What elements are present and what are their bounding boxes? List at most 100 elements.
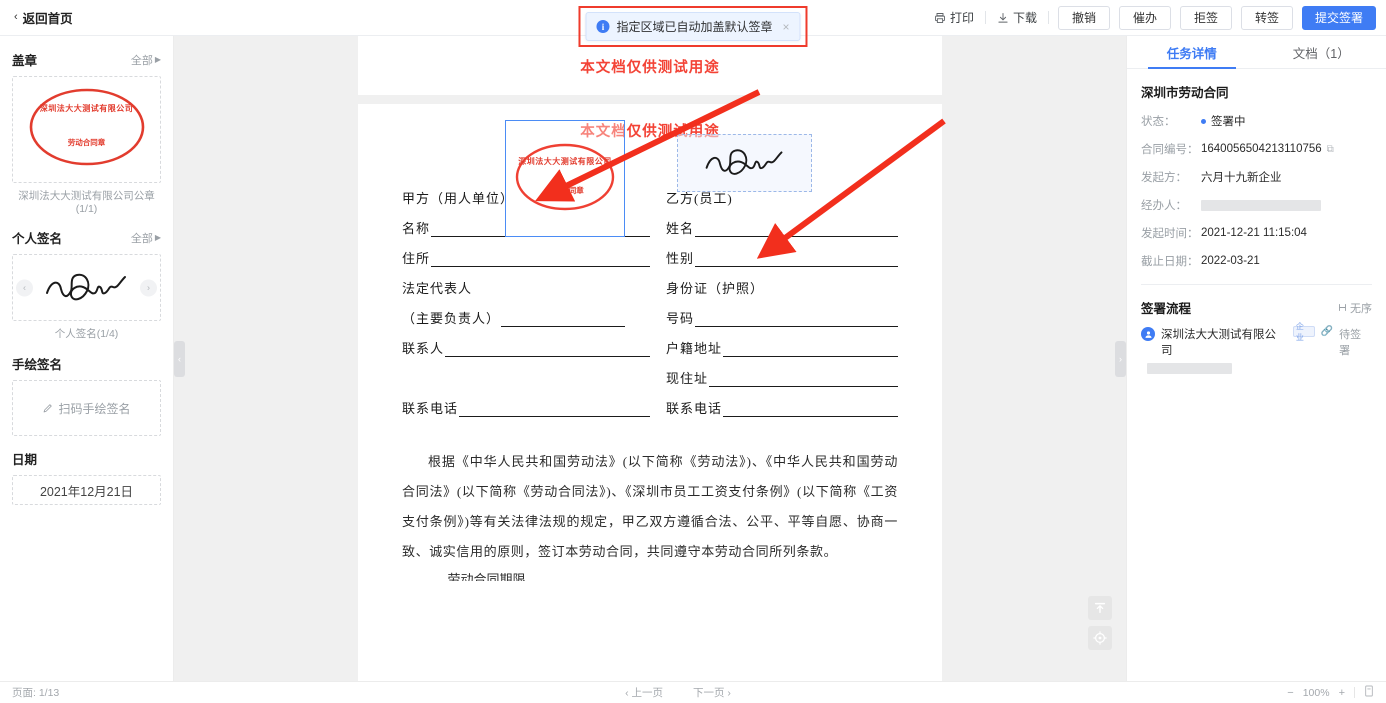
zoom-divider [1354,687,1355,698]
urge-button[interactable]: 催办 [1118,5,1171,30]
date-title: 日期 [12,453,38,467]
party-b-name-row: 姓名 [666,207,898,237]
date-header: 日期 [12,449,161,468]
company-stamp-graphic: 深圳法大大测试有限公司 劳动合同章 [23,79,151,180]
revoke-button[interactable]: 撤销 [1057,5,1110,30]
transfer-sign-button[interactable]: 转签 [1240,5,1293,30]
placed-stamp-type-text: 劳动合同章 [546,185,584,195]
party-a-address-label: 住所 [402,251,431,266]
party-b-id-label: 身份证（护照） [666,281,765,296]
next-page-button[interactable]: 下一页 › [693,685,731,700]
locate-signature-button[interactable] [1088,626,1112,650]
party-b-gender-line [695,253,898,267]
tab-task-details[interactable]: 任务详情 [1127,36,1257,69]
zoom-in-button[interactable]: + [1339,687,1345,699]
document-page-current: 本文档仅供测试用途 甲方（用人单位） 深圳法大大测试有限公司 劳动合同章 名称 … [358,104,942,681]
field-initiate-time-key: 发起时间： [1141,228,1199,240]
placed-stamp-field[interactable]: 深圳法大大测试有限公司 劳动合同章 [505,120,625,237]
scroll-top-icon [1094,602,1106,614]
placed-stamp-graphic: 深圳法大大测试有限公司 劳动合同章 [510,135,620,223]
party-a-phone-row: 联系电话 [402,387,650,417]
field-handler: 经办人： [1141,197,1372,213]
field-contract-number: 合同编号： 1640056504213110756 ⧉ [1141,141,1372,157]
details-panel: 任务详情 文档（1） 深圳市劳动合同 状态： 签署中 合同编号： 1640056… [1126,36,1386,681]
personal-sign-view-all-link[interactable]: 全部 ▶ [131,230,161,246]
back-to-home-button[interactable]: ‹ 返回首页 [14,8,73,27]
zoom-controls: − 100% + [1144,685,1374,700]
party-a-column: 甲方（用人单位） 深圳法大大测试有限公司 劳动合同章 名称 住所 法定代表人 （… [402,120,650,417]
next-signature-button[interactable]: › [140,279,157,296]
field-initiator: 发起方： 六月十九新企业 [1141,169,1372,185]
draw-sign-title: 手绘签名 [12,358,63,372]
toolbar-actions: 打印 下载 撤销 催办 拒签 转签 提交签署 [923,5,1376,30]
initiate-time-value: 2021-12-21 11:15:04 [1201,227,1307,239]
party-b-name-label: 姓名 [666,221,695,236]
download-label: 下载 [1012,11,1037,25]
personal-signature-thumbnail[interactable]: ‹ › [12,254,161,321]
stamp-ellipse-icon [29,88,144,166]
party-b-household-line [723,343,898,357]
contract-number-value: 1640056504213110756 [1201,143,1322,155]
copy-icon[interactable]: ⧉ [1327,144,1334,155]
collapse-left-panel-handle[interactable]: ‹ [174,340,185,377]
placed-signature-field[interactable] [677,134,812,192]
signer-name: 深圳法大大测试有限公司 [1161,329,1276,357]
app-root: ‹ 返回首页 打印 下载 撤销 催办 拒签 转签 提交签署 i 指定区域已自动加… [0,0,1386,703]
pen-icon [44,403,53,412]
stamp-section-title: 盖章 [12,54,38,68]
status-badge: 签署中 [1201,113,1246,129]
download-button[interactable]: 下载 [986,6,1048,30]
chevron-left-icon: ‹ [14,11,18,23]
party-b-household-label: 户籍地址 [666,341,723,356]
chevron-right-icon: ▶ [154,55,161,64]
contract-paragraph: 根据《中华人民共和国劳动法》(以下简称《劳动法》)、《中华人民共和国劳动合同法》… [402,454,898,559]
field-initiator-key: 发起方： [1141,172,1187,184]
placed-handwritten-signature-icon [705,149,782,175]
prev-page-button[interactable]: ‹ 上一页 [625,685,663,700]
link-icon[interactable]: 🔗 [1321,326,1333,337]
collapse-right-panel-handle[interactable]: › [1115,340,1126,377]
print-button[interactable]: 打印 [923,6,985,30]
scan-to-draw-button[interactable]: 扫码手绘签名 [12,380,161,436]
personal-sign-section: 个人签名 全部 ▶ ‹ › 个人签名(1/4) [12,228,161,341]
details-tabs: 任务详情 文档（1） [1127,36,1386,69]
page-nav: ‹ 上一页 下一页 › [212,685,1144,700]
contract-title: 深圳市劳动合同 [1141,86,1229,100]
party-a-contact-label: 联系人 [402,341,445,356]
details-body: 深圳市劳动合同 状态： 签署中 合同编号： 164005650421311075… [1127,69,1386,281]
signer-status: 待签署 [1339,329,1362,357]
status-dot-icon [1201,118,1206,124]
party-a-heading-row: 甲方（用人单位） 深圳法大大测试有限公司 劳动合同章 [402,120,650,237]
party-a-address-line [431,253,650,267]
field-deadline-key: 截止日期： [1141,256,1199,268]
date-section: 日期 2021年12月21日 [12,449,161,505]
date-value-chip[interactable]: 2021年12月21日 [12,475,161,505]
party-b-column: 乙方(员工) 姓名 性别 身份证（护照） 号码 户籍地址 现住址 联系电话 [650,134,898,417]
signer-masked-detail [1147,363,1232,374]
bottom-toolbar: 页面: 1/13 ‹ 上一页 下一页 › − 100% + [0,681,1386,703]
stamp-thumbnail[interactable]: 深圳法大大测试有限公司 劳动合同章 [12,76,161,183]
avatar-icon [1141,327,1155,341]
zoom-out-button[interactable]: − [1287,687,1293,699]
watermark-main: 本文档仅供测试用途 [580,124,720,140]
sign-flow-title: 签署流程 [1141,302,1192,316]
draw-sign-header: 手绘签名 [12,354,161,373]
fit-page-icon[interactable] [1364,685,1374,700]
floating-action-buttons [1088,596,1112,650]
field-initiate-time: 发起时间： 2021-12-21 11:15:04 [1141,225,1372,241]
party-b-name-line [695,223,898,237]
party-b-phone-row: 联系电话 [666,387,898,417]
party-a-contact-line [445,343,650,357]
contract-form: 甲方（用人单位） 深圳法大大测试有限公司 劳动合同章 名称 住所 法定代表人 （… [358,120,942,417]
reject-sign-button[interactable]: 拒签 [1179,5,1232,30]
toast-highlight-frame: i 指定区域已自动加盖默认签章 × [578,6,808,47]
handler-masked-value [1201,199,1321,211]
prev-signature-button[interactable]: ‹ [16,279,33,296]
scroll-to-top-button[interactable] [1088,596,1112,620]
close-icon[interactable]: × [783,20,790,34]
party-a-principal-line [501,313,626,327]
submit-sign-button[interactable]: 提交签署 [1301,5,1376,30]
party-b-current-address-row: 现住址 [666,357,898,387]
tab-documents[interactable]: 文档（1） [1257,36,1386,68]
stamp-view-all-link[interactable]: 全部 ▶ [131,52,161,68]
